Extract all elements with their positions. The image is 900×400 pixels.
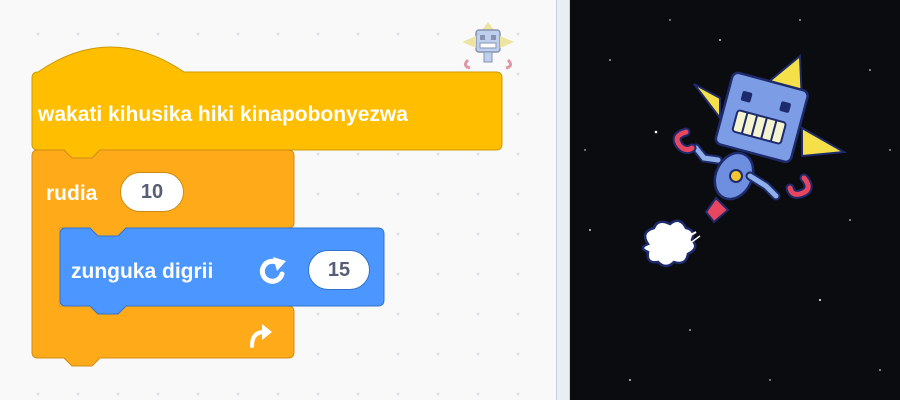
turn-degrees-value: 15 bbox=[327, 258, 351, 281]
repeat-block-label: rudia bbox=[46, 182, 98, 205]
smoke-puff bbox=[641, 219, 697, 268]
pane-divider[interactable] bbox=[556, 0, 570, 400]
repeat-count-input[interactable]: 10 bbox=[120, 172, 184, 212]
rotate-clockwise-icon bbox=[259, 257, 286, 284]
repeat-count-value: 10 bbox=[140, 180, 164, 203]
hat-block-label: wakati kihusika hiki kinapobonyezwa bbox=[38, 103, 408, 126]
code-area[interactable]: wakati kihusika hiki kinapobonyezwa rudi… bbox=[0, 0, 556, 400]
turn-degrees-input[interactable]: 15 bbox=[308, 250, 370, 290]
robot-sprite[interactable] bbox=[641, 53, 848, 268]
stage-canvas bbox=[584, 19, 891, 381]
stage[interactable] bbox=[570, 0, 900, 400]
loop-arrow-icon bbox=[250, 324, 272, 348]
turn-block-label: zunguka digrii bbox=[71, 260, 214, 283]
